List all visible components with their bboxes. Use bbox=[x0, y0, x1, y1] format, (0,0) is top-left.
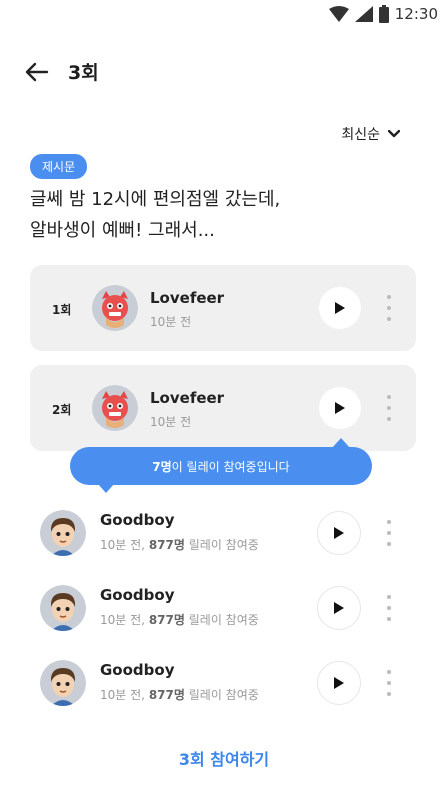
play-icon bbox=[335, 402, 345, 414]
round-label: 1회 bbox=[52, 303, 72, 317]
timestamp: 10분 전, bbox=[100, 538, 145, 552]
arrow-left-icon[interactable] bbox=[24, 59, 50, 85]
avatar bbox=[40, 510, 86, 556]
prompt-line-2: 알바생이 예뻐! 그래서... bbox=[30, 220, 215, 241]
participant-count: 877명 bbox=[148, 688, 185, 702]
page-title: 3회 bbox=[68, 62, 99, 84]
more-dot bbox=[387, 417, 391, 421]
list-item[interactable]: Goodboy 10분 전, 877명 릴레이 참여중 bbox=[0, 650, 448, 720]
participant-count: 877명 bbox=[148, 538, 185, 552]
play-icon bbox=[334, 602, 344, 614]
prompt-badge: 제시문 bbox=[30, 154, 88, 179]
more-dot bbox=[387, 617, 391, 621]
avatar bbox=[40, 660, 86, 706]
timestamp: 10분 전 bbox=[150, 315, 192, 329]
participant-count: 877명 bbox=[148, 613, 185, 627]
more-options-button[interactable] bbox=[380, 393, 398, 423]
more-dot bbox=[387, 542, 391, 546]
cellular-signal-icon bbox=[354, 6, 373, 22]
play-icon bbox=[335, 302, 345, 314]
more-dot bbox=[387, 595, 391, 599]
wifi-icon bbox=[328, 6, 349, 22]
tooltip-count: 7명 bbox=[152, 459, 172, 474]
round-label: 2회 bbox=[52, 403, 72, 417]
avatar bbox=[40, 585, 86, 631]
play-icon bbox=[334, 527, 344, 539]
avatar bbox=[92, 285, 138, 331]
user-meta: 10분 전, 877명 릴레이 참여중 bbox=[100, 611, 259, 628]
more-options-button[interactable] bbox=[380, 518, 398, 548]
timestamp: 10분 전 bbox=[150, 415, 192, 429]
status-time: 12:30 bbox=[394, 5, 438, 23]
more-dot bbox=[387, 306, 391, 310]
chevron-down-icon bbox=[388, 130, 400, 138]
relay-status: 릴레이 참여중 bbox=[188, 613, 259, 627]
play-button[interactable] bbox=[317, 661, 361, 705]
join-round-button[interactable]: 3회 참여하기 bbox=[0, 746, 448, 770]
more-dot bbox=[387, 317, 391, 321]
more-dot bbox=[387, 670, 391, 674]
play-icon bbox=[334, 677, 344, 689]
battery-icon bbox=[378, 5, 389, 23]
relay-status: 릴레이 참여중 bbox=[188, 538, 259, 552]
header: 3회 bbox=[24, 58, 99, 85]
more-dot bbox=[387, 692, 391, 696]
relay-status: 릴레이 참여중 bbox=[188, 688, 259, 702]
prompt-line-1: 글쎄 밤 12시에 편의점엘 갔는데, bbox=[30, 189, 281, 210]
more-dot bbox=[387, 606, 391, 610]
play-button[interactable] bbox=[317, 511, 361, 555]
timestamp: 10분 전, bbox=[100, 613, 145, 627]
more-options-button[interactable] bbox=[380, 293, 398, 323]
more-options-button[interactable] bbox=[380, 593, 398, 623]
more-dot bbox=[387, 681, 391, 685]
more-dot bbox=[387, 395, 391, 399]
prompt-text: 글쎄 밤 12시에 편의점엘 갔는데, 알바생이 예뻐! 그래서... bbox=[30, 184, 400, 246]
user-name: Goodboy bbox=[100, 511, 175, 529]
tooltip-text: 이 릴레이 참여중입니다 bbox=[171, 459, 290, 474]
more-options-button[interactable] bbox=[380, 668, 398, 698]
more-dot bbox=[387, 531, 391, 535]
avatar bbox=[92, 385, 138, 431]
play-button[interactable] bbox=[319, 287, 361, 329]
sort-dropdown[interactable]: 최신순 bbox=[341, 124, 400, 144]
play-button[interactable] bbox=[319, 387, 361, 429]
timestamp: 10분 전, bbox=[100, 688, 145, 702]
round-card-1[interactable]: 1회 Lovefeer 10분 전 bbox=[30, 265, 416, 351]
list-item[interactable]: Goodboy 10분 전, 877명 릴레이 참여중 bbox=[0, 575, 448, 645]
more-dot bbox=[387, 295, 391, 299]
status-bar: 12:30 bbox=[0, 0, 448, 30]
play-button[interactable] bbox=[317, 586, 361, 630]
user-meta: 10분 전, 877명 릴레이 참여중 bbox=[100, 536, 259, 553]
user-name: Lovefeer bbox=[150, 389, 225, 407]
more-dot bbox=[387, 406, 391, 410]
user-meta: 10분 전, 877명 릴레이 참여중 bbox=[100, 686, 259, 703]
status-icons: 12:30 bbox=[328, 5, 438, 23]
sort-label: 최신순 bbox=[341, 127, 380, 143]
tooltip-arrow bbox=[98, 484, 114, 493]
user-name: Goodboy bbox=[100, 586, 175, 604]
user-name: Goodboy bbox=[100, 661, 175, 679]
round-card-2[interactable]: 2회 Lovefeer 10분 전 bbox=[30, 365, 416, 451]
list-item[interactable]: Goodboy 10분 전, 877명 릴레이 참여중 bbox=[0, 500, 448, 570]
more-dot bbox=[387, 520, 391, 524]
user-name: Lovefeer bbox=[150, 289, 225, 307]
relay-count-tooltip: 7명 이 릴레이 참여중입니다 bbox=[70, 447, 372, 485]
